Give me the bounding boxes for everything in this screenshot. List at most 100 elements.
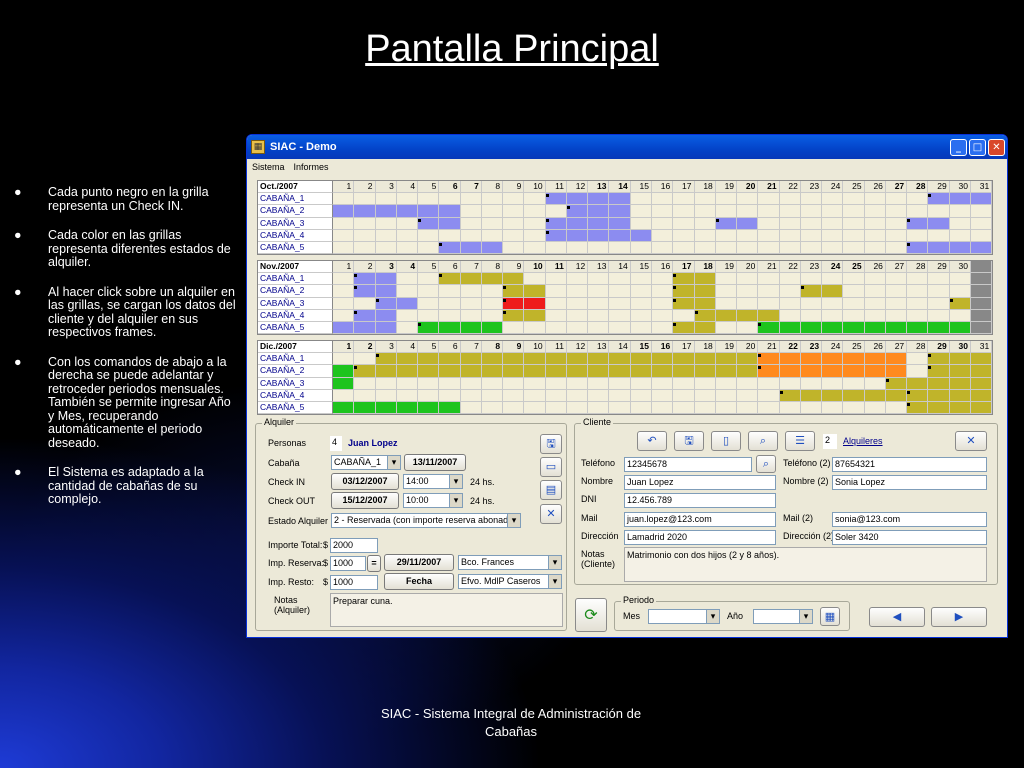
maximize-button[interactable]: □ [969,138,986,156]
grid-day-cell[interactable] [333,401,355,415]
grid-day-cell[interactable] [949,389,971,402]
grid-day-cell[interactable] [630,205,652,218]
grid-day-cell[interactable] [864,205,886,218]
grid-day-cell[interactable] [864,321,886,335]
grid-day-cell[interactable] [800,353,823,366]
grid-day-cell[interactable] [503,401,525,415]
next-period-button[interactable]: ▶ [931,607,987,627]
grid-day-cell[interactable] [822,217,844,230]
checkin-marker-cell[interactable] [800,285,823,298]
grid-day-cell[interactable] [630,365,652,378]
grid-day-cell[interactable] [928,217,950,230]
grid-day-cell[interactable] [651,309,674,322]
grid-day-cell[interactable] [949,193,971,206]
grid-day-cell[interactable] [928,241,950,255]
grid-day-cell[interactable] [396,285,419,298]
grid-day-cell[interactable] [949,241,971,255]
grid-day-cell[interactable] [545,389,567,402]
grid-day-cell[interactable] [928,321,950,335]
window-titlebar[interactable]: ▦ SIAC - Demo _ □ ✕ [247,135,1007,159]
grid-day-cell[interactable] [503,321,525,335]
previous-period-button[interactable]: ◀ [869,607,925,627]
grid-day-cell[interactable] [843,193,865,206]
grid-day-cell[interactable] [630,309,652,322]
grid-day-cell[interactable] [758,377,780,390]
grid-day-cell[interactable] [779,285,801,298]
grid-day-cell[interactable] [545,321,567,335]
grid-day-cell[interactable] [758,205,780,218]
grid-day-cell[interactable] [779,217,801,230]
grid-day-cell[interactable] [970,229,993,242]
grid-day-cell[interactable] [800,389,823,402]
grid-day-cell[interactable] [737,365,759,378]
grid-day-cell[interactable] [928,273,950,286]
grid-day-cell[interactable] [907,205,929,218]
grid-day-cell[interactable] [928,309,950,322]
grid-day-cell[interactable] [481,193,504,206]
grid-day-cell[interactable] [673,193,695,206]
direccion2-input[interactable]: Soler 3420 [832,530,987,545]
grid-day-cell[interactable] [885,321,908,335]
checkin-marker-cell[interactable] [439,241,461,255]
grid-day-cell[interactable] [333,273,355,286]
grid-day-cell[interactable] [630,377,652,390]
resto-input[interactable]: 1000 [330,575,378,590]
grid-day-cell[interactable] [885,273,908,286]
grid-day-cell[interactable] [758,389,780,402]
grid-day-cell[interactable] [354,241,376,255]
grid-day-cell[interactable] [800,229,823,242]
grid-day-cell[interactable] [524,285,546,298]
grid-day-cell[interactable] [503,377,525,390]
grid-day-cell[interactable] [651,321,674,335]
grid-day-cell[interactable] [524,273,546,286]
grid-day-cell[interactable] [375,389,397,402]
grid-day-cell[interactable] [864,389,886,402]
grid-day-cell[interactable] [630,285,652,298]
grid-day-cell[interactable] [715,401,738,415]
grid-day-cell[interactable] [545,309,567,322]
grid-day-cell[interactable] [439,229,461,242]
grid-day-cell[interactable] [418,241,440,255]
grid-day-cell[interactable] [396,273,419,286]
checkin-marker-cell[interactable] [779,389,801,402]
grid-day-cell[interactable] [673,229,695,242]
grid-day-cell[interactable] [333,285,355,298]
grid-day-cell[interactable] [481,353,504,366]
grid-day-cell[interactable] [333,365,355,378]
grid-day-cell[interactable] [800,193,823,206]
grid-day-cell[interactable] [779,377,801,390]
grid-day-cell[interactable] [481,297,504,310]
fecha-button[interactable]: Fecha [384,573,454,590]
grid-day-cell[interactable] [396,377,419,390]
grid-day-cell[interactable] [758,229,780,242]
grid-day-cell[interactable] [737,193,759,206]
grid-day-cell[interactable] [885,193,908,206]
checkin-marker-cell[interactable] [354,285,376,298]
undo-icon[interactable]: ↶ [637,431,667,451]
dni-input[interactable]: 12.456.789 [624,493,776,508]
grid-day-cell[interactable] [375,217,397,230]
reserva-input[interactable]: 1000 [330,556,366,571]
grid-day-cell[interactable] [333,353,355,366]
grid-day-cell[interactable] [970,273,993,286]
grid-day-cell[interactable] [609,401,631,415]
grid-day-cell[interactable] [864,377,886,390]
grid-day-cell[interactable] [609,273,631,286]
grid-day-cell[interactable] [375,309,397,322]
grid-day-cell[interactable] [481,309,504,322]
grid-day-cell[interactable] [609,389,631,402]
grid-day-cell[interactable] [651,389,674,402]
grid-day-cell[interactable] [375,401,397,415]
grid-day-cell[interactable] [651,217,674,230]
grid-day-cell[interactable] [673,205,695,218]
grid-day-cell[interactable] [949,365,971,378]
grid-day-cell[interactable] [822,401,844,415]
grid-day-cell[interactable] [907,297,929,310]
grid-day-cell[interactable] [566,285,589,298]
grid-day-cell[interactable] [375,321,397,335]
grid-day-cell[interactable] [673,365,695,378]
grid-day-cell[interactable] [673,377,695,390]
checkin-marker-cell[interactable] [673,297,695,310]
reserva-date-button[interactable]: 29/11/2007 [384,554,454,571]
grid-day-cell[interactable] [758,309,780,322]
